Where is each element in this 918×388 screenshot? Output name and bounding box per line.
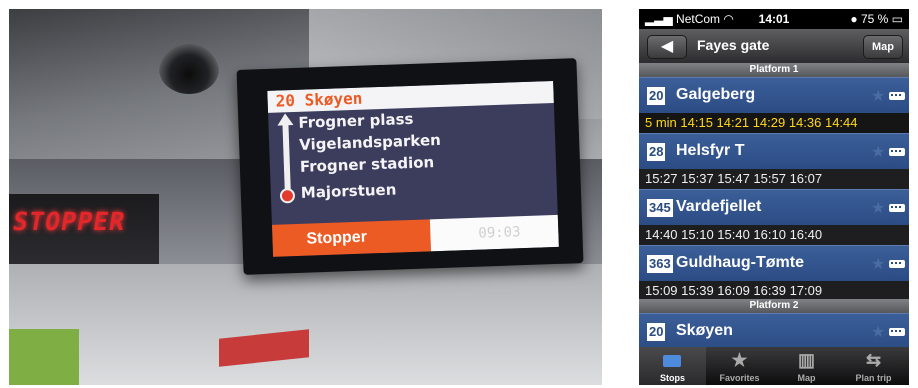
- tab-label: Favorites: [719, 373, 760, 383]
- route-header: 20 Skøyen: [267, 80, 554, 113]
- map-button[interactable]: Map: [863, 35, 903, 59]
- bus-icon: [663, 355, 681, 367]
- route-name: Vardefjellet: [676, 198, 762, 215]
- favorite-star-icon[interactable]: ★: [871, 322, 885, 342]
- stop-name: Frogner stadion: [299, 153, 435, 176]
- route-name: Skøyen: [676, 322, 733, 339]
- favorite-star-icon[interactable]: ★: [871, 142, 885, 162]
- location-icon: ●: [850, 12, 858, 26]
- route-number: 345: [647, 199, 673, 217]
- departure-times: 15:27 15:37 15:47 15:57 16:07: [639, 169, 909, 189]
- tab-plan-trip[interactable]: ⇆ Plan trip: [840, 347, 909, 385]
- departure-times: 5 min 14:15 14:21 14:29 14:36 14:44: [639, 113, 909, 133]
- star-icon: ★: [731, 350, 748, 370]
- departure-times: 14:40 15:10 15:40 16:10 16:40: [639, 225, 909, 245]
- route-number: 363: [647, 255, 673, 273]
- tab-label: Plan trip: [855, 373, 892, 383]
- security-camera: [159, 44, 219, 94]
- stopper-footer-text: Stopper: [306, 228, 368, 248]
- current-stop-dot-icon: [279, 188, 296, 204]
- route-line: [282, 120, 291, 191]
- route-number: 20: [647, 323, 666, 341]
- departure-times: 15:09 15:39 16:09 16:39 17:09: [639, 281, 909, 301]
- favorite-star-icon[interactable]: ★: [871, 86, 885, 106]
- battery-level: 75 %: [860, 12, 889, 26]
- green-panel: [9, 329, 79, 385]
- battery: ● 75 % ▭: [850, 12, 903, 26]
- map-icon: ▥: [797, 350, 815, 370]
- route-name: Helsfyr T: [676, 142, 745, 159]
- battery-icon: ▭: [891, 12, 903, 26]
- back-arrow-icon: ◀: [660, 38, 674, 55]
- platform-header: Platform 1: [639, 63, 909, 77]
- route-row[interactable]: 20 Skøyen ★: [639, 313, 909, 350]
- bus-icon: [889, 204, 905, 212]
- favorite-star-icon[interactable]: ★: [871, 254, 885, 274]
- route-name: Galgeberg: [676, 86, 756, 103]
- stop-name: Vigelandsparken: [298, 130, 442, 154]
- route-row[interactable]: 363 Guldhaug-Tømte ★: [639, 245, 909, 282]
- route-row[interactable]: 345 Vardefjellet ★: [639, 189, 909, 226]
- route-row[interactable]: 20 Galgeberg ★: [639, 77, 909, 114]
- tab-label: Map: [797, 373, 816, 383]
- stop-name: Frogner plass: [298, 109, 414, 132]
- platform-header: Platform 2: [639, 299, 909, 313]
- tab-label: Stops: [659, 373, 685, 383]
- phone-screen: ▂▃▅ NetCom ◠ 14:01 ● 75 % ▭ ◀ Fayes gate…: [639, 9, 909, 385]
- lower-wall: [9, 264, 602, 385]
- stopper-footer: Stopper: [271, 219, 431, 257]
- clock-text: 09:03: [478, 224, 521, 242]
- route-name: Guldhaug-Tømte: [676, 254, 804, 271]
- bus-icon: [889, 328, 905, 336]
- route-number: 28: [647, 143, 666, 161]
- page-title: Fayes gate: [697, 37, 770, 53]
- back-button[interactable]: ◀: [647, 35, 687, 59]
- tab-favorites[interactable]: ★ Favorites: [706, 347, 773, 385]
- stopper-sign: STOPPER: [10, 207, 128, 236]
- stop-name-current: Majorstuen: [300, 180, 397, 202]
- route-row[interactable]: 28 Helsfyr T ★: [639, 133, 909, 170]
- tab-bar: Stops ★ Favorites ▥ Map ⇆ Plan trip: [639, 347, 909, 385]
- status-bar: ▂▃▅ NetCom ◠ 14:01 ● 75 % ▭: [639, 9, 909, 29]
- nav-bar: ◀ Fayes gate Map: [639, 29, 909, 63]
- tab-stops[interactable]: Stops: [639, 347, 706, 385]
- clock-footer: 09:03: [429, 214, 559, 252]
- info-monitor: 20 Skøyen Frogner plass Vigelandsparken …: [236, 58, 584, 275]
- route-icon: ⇆: [865, 350, 882, 370]
- bus-icon: [889, 92, 905, 100]
- favorite-star-icon[interactable]: ★: [871, 198, 885, 218]
- tab-map[interactable]: ▥ Map: [773, 347, 840, 385]
- bus-icon: [889, 148, 905, 156]
- monitor-screen: 20 Skøyen Frogner plass Vigelandsparken …: [267, 80, 559, 257]
- route-header-text: 20 Skøyen: [275, 88, 363, 111]
- bus-icon: [889, 260, 905, 268]
- route-number: 20: [647, 87, 666, 105]
- bus-interior-photo: STOPPER 20 Skøyen Frogner plass Vigeland…: [9, 9, 602, 385]
